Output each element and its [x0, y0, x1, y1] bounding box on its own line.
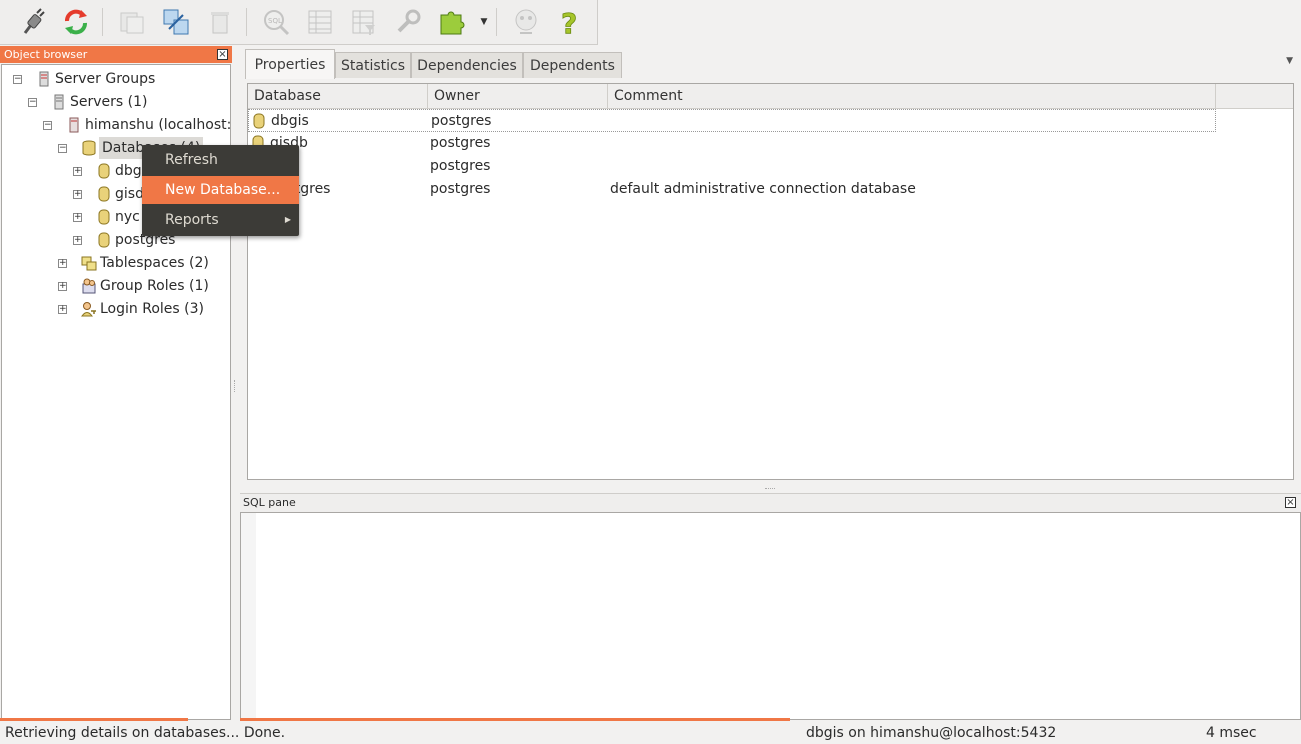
login-roles-icon	[81, 302, 96, 317]
view-data-icon	[302, 5, 338, 39]
tree-node-label: Group Roles (1)	[100, 278, 209, 294]
help-question-icon[interactable]: ?	[552, 5, 588, 39]
table-row[interactable]: gisdb postgres	[248, 132, 1216, 155]
menu-item-label: Reports	[165, 212, 219, 228]
maintenance-wrench-icon	[390, 5, 426, 39]
expand-toggle[interactable]: +	[58, 259, 67, 268]
context-menu: Refresh New Database... Reports ▶	[142, 145, 299, 236]
submenu-arrow-icon: ▶	[284, 215, 291, 224]
tab-properties[interactable]: Properties	[245, 49, 335, 79]
properties-list: Database Owner Comment dbgis postgres gi…	[247, 83, 1294, 480]
menu-item-new-database[interactable]: New Database...	[142, 176, 299, 204]
cell-comment: default administrative connection databa…	[610, 181, 916, 197]
copy-icon	[114, 5, 150, 39]
collapse-toggle[interactable]: −	[58, 144, 67, 153]
status-bar: Retrieving details on databases... Done.…	[0, 722, 1301, 744]
object-browser-header: Object browser ×	[0, 46, 232, 63]
cell-owner: postgres	[430, 158, 491, 174]
object-properties-icon[interactable]	[158, 5, 194, 39]
menu-item-reports[interactable]: Reports ▶	[142, 206, 299, 234]
toolbar: SQL ▼ ?	[0, 0, 598, 45]
server-icon	[69, 117, 79, 133]
cell-owner: postgres	[430, 181, 491, 197]
toolbar-separator	[496, 8, 497, 36]
tree-node-label: Tablespaces (2)	[100, 255, 209, 271]
cell-owner: postgres	[431, 113, 492, 129]
tablespaces-icon	[81, 256, 97, 271]
svg-text:?: ?	[561, 7, 577, 37]
panel-splitter-grip[interactable]	[234, 380, 238, 392]
table-row[interactable]: dbgis postgres	[248, 109, 1216, 132]
menu-item-label: New Database...	[165, 182, 281, 198]
tab-list-dropdown-icon[interactable]: ▼	[1286, 56, 1293, 66]
tree-node-label: Login Roles (3)	[100, 301, 204, 317]
menu-item-label: Refresh	[165, 152, 218, 168]
sql-pane-progress-bar	[240, 718, 1301, 721]
svg-text:SQL: SQL	[268, 17, 282, 25]
status-timing: 4 msec	[1206, 725, 1257, 741]
servers-icon	[54, 94, 64, 110]
expand-toggle[interactable]: +	[58, 282, 67, 291]
server-group-icon	[39, 71, 49, 87]
database-icon	[98, 209, 110, 225]
cell-owner: postgres	[430, 135, 491, 151]
close-icon[interactable]: ×	[1285, 497, 1296, 508]
status-connection: dbgis on himanshu@localhost:5432	[806, 725, 1057, 741]
toolbar-separator	[246, 8, 247, 36]
object-browser-title: Object browser	[4, 48, 88, 61]
collapse-toggle[interactable]: −	[43, 121, 52, 130]
status-message: Retrieving details on databases... Done.	[5, 725, 286, 741]
connect-plug-icon[interactable]	[14, 5, 50, 39]
tab-statistics[interactable]: Statistics	[335, 52, 411, 78]
tab-dependents[interactable]: Dependents	[523, 52, 622, 78]
expand-toggle[interactable]: +	[73, 167, 82, 176]
column-header-owner[interactable]: Owner	[428, 84, 608, 108]
database-icon	[98, 232, 110, 248]
tree-node-label: nyc	[115, 209, 140, 225]
table-row[interactable]: nyc postgres	[248, 155, 1216, 178]
tree-node-label: Server Groups	[55, 71, 156, 87]
menu-item-refresh[interactable]: Refresh	[142, 146, 299, 174]
database-icon	[253, 113, 265, 129]
guru-hint-icon	[508, 5, 544, 39]
plugins-puzzle-icon[interactable]	[434, 5, 470, 39]
table-row[interactable]: postgres postgres default administrative…	[248, 178, 1216, 201]
sql-pane-header: SQL pane ×	[240, 493, 1301, 512]
object-browser-progress-bar	[0, 718, 232, 721]
expand-toggle[interactable]: +	[73, 213, 82, 222]
tree-node-label: Servers (1)	[70, 94, 148, 110]
table-header: Database Owner Comment	[248, 84, 1293, 109]
plugins-dropdown-arrow[interactable]: ▼	[478, 14, 490, 30]
database-icon	[98, 186, 110, 202]
tree-node-label: himanshu (localhost:5	[85, 117, 231, 133]
sql-query-icon: SQL	[258, 5, 294, 39]
properties-panel: Properties Statistics Dependencies Depen…	[240, 46, 1301, 492]
sql-editor[interactable]	[240, 512, 1301, 720]
sql-pane-title: SQL pane	[243, 496, 296, 509]
refresh-icon[interactable]	[58, 5, 94, 39]
column-header-database[interactable]: Database	[248, 84, 428, 108]
delete-trash-icon	[202, 5, 238, 39]
expand-toggle[interactable]: +	[73, 190, 82, 199]
tab-dependencies[interactable]: Dependencies	[411, 52, 523, 78]
filter-data-icon	[346, 5, 382, 39]
collapse-toggle[interactable]: −	[28, 98, 37, 107]
databases-icon	[82, 140, 96, 156]
column-header-comment[interactable]: Comment	[608, 84, 1216, 108]
group-roles-icon	[82, 278, 96, 294]
close-icon[interactable]: ×	[217, 49, 228, 60]
expand-toggle[interactable]: +	[58, 305, 67, 314]
database-icon	[98, 163, 110, 179]
cell-database: dbgis	[271, 113, 309, 129]
collapse-toggle[interactable]: −	[13, 75, 22, 84]
toolbar-separator	[102, 8, 103, 36]
expand-toggle[interactable]: +	[73, 236, 82, 245]
line-number-gutter	[241, 513, 256, 719]
